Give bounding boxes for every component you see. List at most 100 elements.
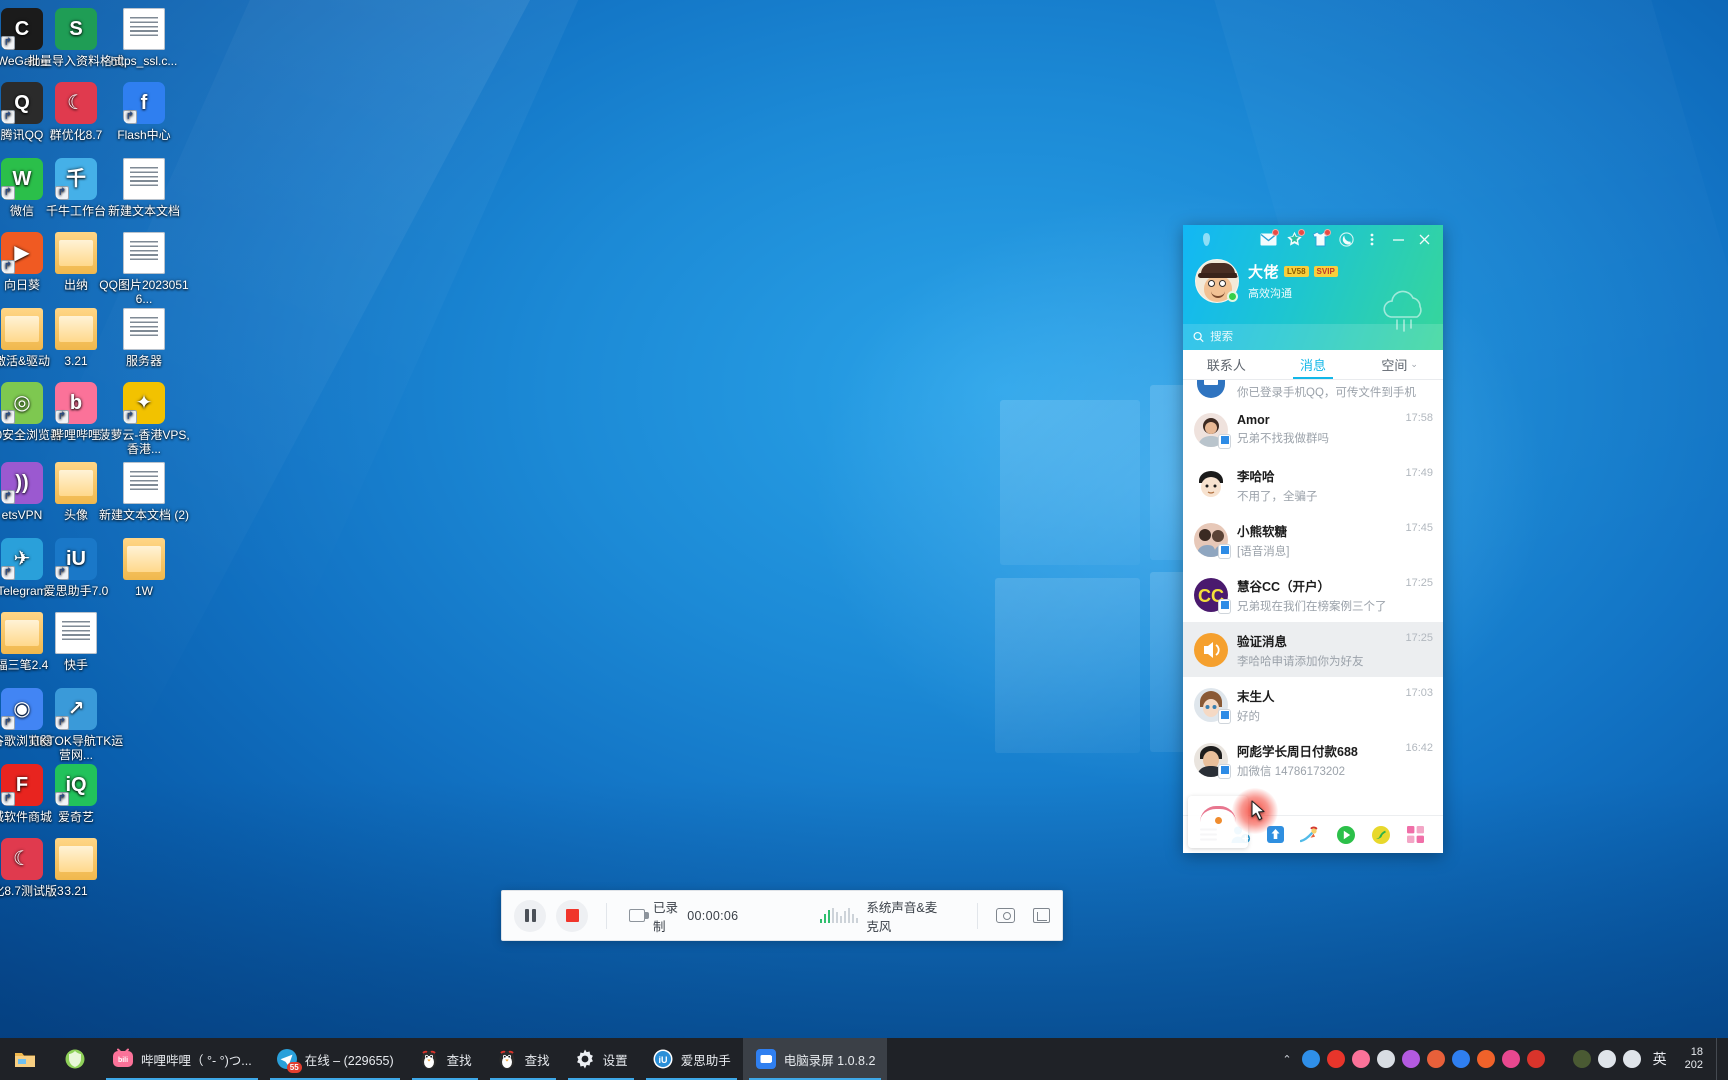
qq-message-list[interactable]: 你已登录手机QQ，可传文件到手机 Amor 兄弟不找我做群吗 17:58 李哈哈 不用了，… bbox=[1183, 380, 1443, 815]
tray-netease-music-icon[interactable] bbox=[1326, 1050, 1345, 1068]
tray-network-icon[interactable] bbox=[1597, 1050, 1616, 1068]
taskbar-empty-area[interactable] bbox=[887, 1038, 1279, 1080]
clock-date[interactable]: 202 bbox=[1685, 1059, 1703, 1072]
star-icon[interactable] bbox=[1281, 226, 1307, 252]
desktop-icon[interactable]: 快手 bbox=[28, 612, 124, 672]
taskbar-item-qq-find-2[interactable]: 查找 bbox=[484, 1038, 562, 1080]
desktop-icon[interactable]: QQ图片20230516... bbox=[96, 232, 192, 306]
qq-tab-bar[interactable]: 联系人 消息 空间 ⌄ bbox=[1183, 350, 1443, 380]
message-list-item[interactable]: CC 慧谷CC（开户） 兄弟现在我们在榜案例三个了 17:25 bbox=[1183, 567, 1443, 622]
bilibili-icon: bili bbox=[112, 1048, 134, 1070]
desktop-icon[interactable]: 1W bbox=[96, 538, 192, 598]
tray-dingtalk-icon[interactable] bbox=[1451, 1050, 1470, 1068]
qq-tab-label: 空间 bbox=[1381, 358, 1408, 373]
desktop-icon-label: 3.21 bbox=[64, 884, 88, 898]
ime-indicator[interactable]: 英 bbox=[1648, 1049, 1672, 1069]
close-button[interactable] bbox=[1411, 226, 1437, 252]
moon-icon[interactable] bbox=[1333, 226, 1359, 252]
message-list-item[interactable]: 验证消息 李哈哈申请添加你为好友 17:25 bbox=[1183, 622, 1443, 677]
message-preview: [语音消息] bbox=[1237, 545, 1290, 558]
qq-video-icon[interactable] bbox=[1328, 820, 1363, 850]
tray-qq-red-icon[interactable] bbox=[1526, 1050, 1545, 1068]
minimize-button[interactable] bbox=[1385, 226, 1411, 252]
tray-expand-chevron[interactable]: ⌃ bbox=[1279, 1053, 1294, 1066]
qq-tab-1[interactable]: 消息 bbox=[1270, 350, 1357, 379]
divider bbox=[606, 902, 607, 929]
desktop-icon[interactable]: iQ ↱ 爱奇艺 bbox=[28, 764, 124, 824]
chevron-down-icon: ⌄ bbox=[1410, 359, 1418, 369]
tshirt-icon[interactable] bbox=[1307, 226, 1333, 252]
screen-recorder-toolbar[interactable]: 已录制 00:00:06 系统声音&麦克风 bbox=[501, 890, 1063, 941]
desktop-icon-label: https_ssl.c... bbox=[110, 54, 178, 68]
taskbar-item-bilibili[interactable]: bili 哔哩哔哩（ °- °)つ... bbox=[100, 1038, 264, 1080]
tray-fingerprint-icon[interactable] bbox=[1401, 1050, 1420, 1068]
contact-name: 阿彪学长周日付款688 bbox=[1237, 744, 1358, 759]
tray-edge-icon[interactable] bbox=[1301, 1050, 1320, 1068]
qq-show-icon[interactable] bbox=[1293, 820, 1328, 850]
desktop-icon[interactable]: 新建文本文档 bbox=[96, 158, 192, 218]
message-list-item[interactable]: 小熊软糖 [语音消息] 17:45 bbox=[1183, 512, 1443, 567]
resize-region-button[interactable] bbox=[1033, 908, 1050, 923]
qq-browser-icon[interactable] bbox=[1363, 820, 1398, 850]
taskbar-item-screen-recorder[interactable]: 电脑录屏 1.0.8.2 bbox=[742, 1038, 888, 1080]
taskbar-item-aisi-assistant[interactable]: iU 爱思助手 bbox=[640, 1038, 743, 1080]
search-input[interactable] bbox=[1210, 331, 1433, 343]
profile-signature: 高效沟通 bbox=[1248, 288, 1292, 300]
tray-firefox-icon[interactable] bbox=[1476, 1050, 1495, 1068]
contact-name: 小熊软糖 bbox=[1237, 524, 1288, 539]
desktop-icon[interactable]: ↗ ↱ TIKTOK导航TK运营网... bbox=[28, 688, 124, 762]
desktop-icon[interactable]: ✦ ↱ 菠萝云-香港VPS,香港... bbox=[96, 382, 192, 456]
qq-profile[interactable]: 大佬 LV58 SVIP 高效沟通 bbox=[1183, 253, 1443, 332]
qq-main-panel[interactable]: 大佬 LV58 SVIP 高效沟通 联系人 消息 空间⌄ 你已登录手机QQ，可传文件… bbox=[1183, 225, 1443, 853]
tray-qq-pink-icon[interactable] bbox=[1501, 1050, 1520, 1068]
system-tray[interactable]: ⌃ 英 18 202 bbox=[1279, 1038, 1728, 1080]
qq-find-2-icon bbox=[496, 1048, 518, 1070]
desktop-icon[interactable]: https_ssl.c... bbox=[96, 8, 192, 68]
message-list-item[interactable]: 阿彪学长周日付款688 加微信 14786173202 16:42 bbox=[1183, 732, 1443, 787]
show-desktop-button[interactable] bbox=[1716, 1038, 1722, 1080]
message-list-item[interactable]: 你已登录手机QQ，可传文件到手机 bbox=[1183, 380, 1443, 402]
message-text-block: Amor 兄弟不找我做群吗 bbox=[1237, 413, 1399, 446]
tray-security-icon[interactable] bbox=[1572, 1050, 1591, 1068]
tray-recorder-icon[interactable] bbox=[1426, 1050, 1445, 1068]
notification-badge: 55 bbox=[286, 1062, 302, 1073]
desktop-icon[interactable]: f ↱ Flash中心 bbox=[96, 82, 192, 142]
tray-volume-icon[interactable] bbox=[1622, 1050, 1641, 1068]
file-explorer-icon bbox=[14, 1048, 36, 1070]
desktop-icon[interactable]: 服务器 bbox=[96, 308, 192, 368]
pause-button[interactable] bbox=[514, 899, 546, 932]
desktop-icon[interactable]: 3.21 bbox=[28, 838, 124, 898]
skin-icon[interactable] bbox=[1193, 226, 1219, 252]
search-bar[interactable] bbox=[1183, 324, 1443, 350]
desktop-icon-glyph bbox=[55, 308, 97, 350]
contact-name: Amor bbox=[1237, 413, 1270, 427]
taskbar-item-360-browser[interactable] bbox=[50, 1038, 100, 1080]
clock-time[interactable]: 18 bbox=[1685, 1046, 1703, 1059]
more-menu-icon[interactable] bbox=[1359, 226, 1385, 252]
qq-tab-2[interactable]: 空间 ⌄ bbox=[1356, 350, 1443, 379]
desktop-icon-glyph: 千 ↱ bbox=[55, 158, 97, 200]
qq-tab-0[interactable]: 联系人 bbox=[1183, 350, 1270, 379]
contact-avatar bbox=[1194, 687, 1230, 723]
taskbar-item-file-explorer[interactable] bbox=[0, 1038, 50, 1080]
mouse-cursor bbox=[1251, 800, 1265, 821]
message-list-item[interactable]: Amor 兄弟不找我做群吗 17:58 bbox=[1183, 402, 1443, 457]
tray-microphone-icon[interactable] bbox=[1376, 1050, 1395, 1068]
mail-icon[interactable] bbox=[1255, 226, 1281, 252]
message-timestamp: 17:58 bbox=[1405, 412, 1433, 424]
screenshot-button[interactable] bbox=[996, 908, 1015, 923]
app-grid-icon[interactable] bbox=[1398, 820, 1433, 850]
message-list-item[interactable]: 末生人 好的 17:03 bbox=[1183, 677, 1443, 732]
windows-taskbar[interactable]: bili 哔哩哔哩（ °- °)つ... 55 在线 – (229655) 查找 查找 设置… bbox=[0, 1038, 1728, 1080]
taskbar-item-qq-online[interactable]: 55 在线 – (229655) bbox=[264, 1038, 406, 1080]
taskbar-item-label: 查找 bbox=[446, 1053, 472, 1068]
message-list-item[interactable]: 李哈哈 不用了，全骗子 17:49 bbox=[1183, 457, 1443, 512]
taskbar-item-label: 设置 bbox=[602, 1053, 628, 1068]
audio-source-group[interactable]: 系统声音&麦克风 bbox=[820, 897, 949, 935]
stop-button[interactable] bbox=[556, 899, 588, 932]
desktop-icon[interactable]: 新建文本文档 (2) bbox=[96, 462, 192, 522]
taskbar-item-settings[interactable]: 设置 bbox=[562, 1038, 640, 1080]
tray-bilibili-icon[interactable] bbox=[1351, 1050, 1370, 1068]
mobile-online-icon bbox=[1219, 599, 1230, 613]
taskbar-item-qq-find-1[interactable]: 查找 bbox=[406, 1038, 484, 1080]
